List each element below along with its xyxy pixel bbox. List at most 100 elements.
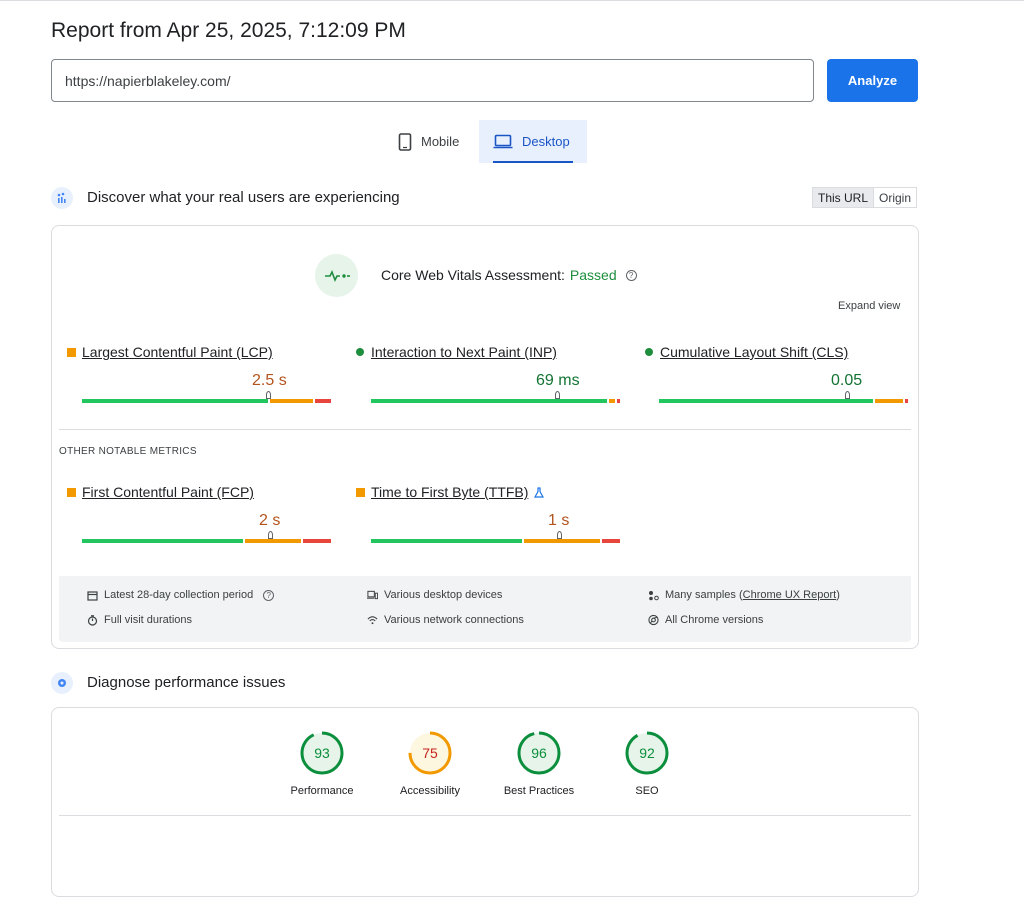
metric-fcp-bar [82,531,333,543]
cwv-assessment-status: Passed [569,267,617,283]
field-data-title: Discover what your real users are experi… [87,189,400,206]
users-chart-icon [51,187,73,209]
score-label: Best Practices [503,785,575,797]
score-gauge-seo[interactable]: 92 [625,731,669,775]
help-icon[interactable]: ? [263,589,275,601]
samples-icon [648,590,659,601]
good-segment [371,539,522,543]
other-metrics-title: OTHER NOTABLE METRICS [59,446,197,457]
metric-cls-bar [659,391,910,403]
vitals-pulse-icon [315,254,358,297]
score-value: 92 [639,745,655,761]
metric-cls: Cumulative Layout Shift (CLS) [645,344,905,360]
info-devices-text: Various desktop devices [384,589,503,601]
metric-inp-value: 69 ms [536,372,580,389]
url-origin-toggle: This URL Origin [812,187,918,208]
poor-segment [303,539,331,543]
report-title: Report from Apr 25, 2025, 7:12:09 PM [51,19,406,42]
tab-mobile[interactable]: Mobile [384,120,479,163]
percentile-marker [555,391,560,399]
chrome-icon [648,614,659,626]
wifi-icon [367,615,378,626]
info-network-text: Various network connections [384,614,524,626]
metric-ttfb: Time to First Byte (TTFB) [356,484,616,500]
metric-fcp-value: 2 s [259,512,281,529]
cwv-assessment-label: Core Web Vitals Assessment: [381,267,565,283]
metric-ttfb-value: 1 s [548,512,570,529]
timer-icon [87,614,98,626]
lab-data-card [51,707,919,897]
poor-segment [905,399,908,403]
poor-segment [602,539,620,543]
section-divider [59,429,911,430]
metric-inp: Interaction to Next Paint (INP) [356,344,616,360]
lab-data-title: Diagnose performance issues [87,674,286,691]
metric-lcp-value: 2.5 s [252,372,287,389]
info-devices: Various desktop devices [367,589,502,601]
metric-inp-label[interactable]: Interaction to Next Paint (INP) [371,344,557,360]
info-samples: Many samples (Chrome UX Report) [648,589,840,601]
info-visit-durations-text: Full visit durations [104,614,193,626]
score-gauge-best-practices[interactable]: 96 [517,731,561,775]
good-segment [371,399,607,403]
metric-cls-label[interactable]: Cumulative Layout Shift (CLS) [660,344,848,360]
metric-ttfb-bar [371,531,622,543]
help-icon[interactable]: ? [625,269,637,281]
score-value: 93 [314,745,330,761]
good-segment [82,539,243,543]
poor-segment [617,399,620,403]
expand-view-link[interactable]: Expand view [838,300,900,312]
phone-icon [398,132,412,151]
rating-square-icon [67,487,76,497]
good-segment [82,399,268,403]
score-label: Accessibility [400,785,460,797]
analyze-button[interactable]: Analyze [827,59,918,102]
metric-ttfb-label[interactable]: Time to First Byte (TTFB) [371,484,528,500]
metric-fcp: First Contentful Paint (FCP) [67,484,327,500]
needs-improvement-segment [875,399,903,403]
metric-fcp-label[interactable]: First Contentful Paint (FCP) [82,484,254,500]
toggle-origin[interactable]: Origin [874,188,916,207]
tab-active-indicator [493,161,573,163]
metric-lcp-bar [82,391,333,403]
info-collection-period-text: Latest 28-day collection period [104,589,254,601]
chrome-ux-report-link[interactable]: Chrome UX Report [743,589,837,601]
info-samples-text: Many samples [665,589,736,601]
score-gauge-accessibility[interactable]: 75 [408,731,452,775]
percentile-marker [557,531,562,539]
toggle-this-url[interactable]: This URL [813,188,875,207]
lab-card-divider [59,815,911,816]
cwv-assessment: Core Web Vitals Assessment: Passed ? [381,267,637,283]
metric-cls-value: 0.05 [831,372,863,389]
score-gauge-performance[interactable]: 93 [300,731,344,775]
laptop-icon [493,134,513,149]
rating-square-icon [67,347,76,357]
experimental-flask-icon [534,486,545,498]
devices-icon [367,590,378,601]
calendar-icon [87,590,98,601]
score-value: 96 [531,745,547,761]
tab-desktop[interactable]: Desktop [479,120,587,163]
diagnose-icon [51,672,73,694]
rating-square-icon [356,487,365,497]
url-input[interactable] [51,59,814,102]
info-visit-durations: Full visit durations [87,614,192,626]
info-chrome-versions: All Chrome versions [648,614,763,626]
rating-circle-icon [645,348,653,356]
metric-lcp-label[interactable]: Largest Contentful Paint (LCP) [82,344,273,360]
rating-circle-icon [356,348,364,356]
percentile-marker [845,391,850,399]
score-label: SEO [635,785,659,797]
needs-improvement-segment [245,539,301,543]
needs-improvement-segment [524,539,600,543]
metric-lcp: Largest Contentful Paint (LCP) [67,344,327,360]
tab-mobile-label: Mobile [421,134,460,149]
good-segment [659,399,873,403]
tab-desktop-label: Desktop [522,134,570,149]
info-collection-period: Latest 28-day collection period ? [87,589,275,601]
metric-inp-bar [371,391,622,403]
info-network: Various network connections [367,614,524,626]
poor-segment [315,399,331,403]
score-label: Performance [290,785,354,797]
percentile-marker [266,391,271,399]
